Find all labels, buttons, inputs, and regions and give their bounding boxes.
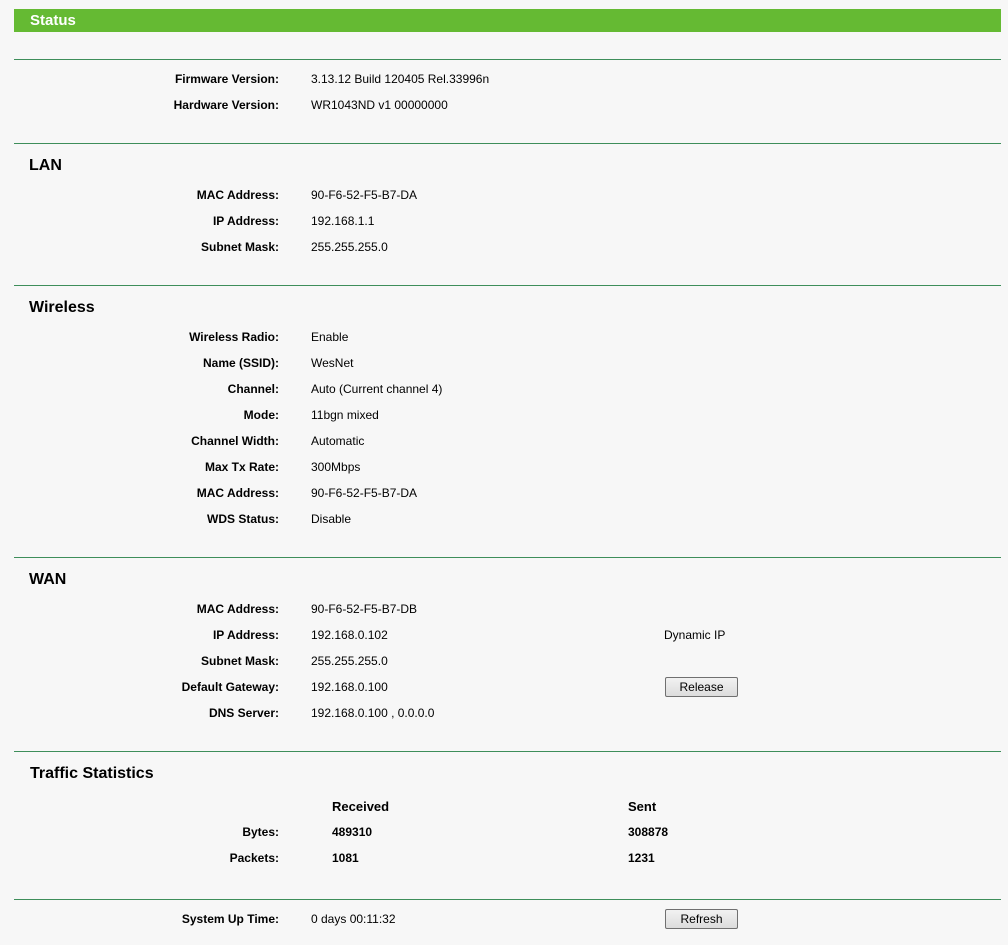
sent-column-header: Sent [628,799,657,814]
wireless-mode-value: 11bgn mixed [311,408,379,422]
wireless-section-title: Wireless [29,299,95,316]
bytes-received-value: 489310 [332,825,373,839]
wireless-channel-value: Auto (Current channel 4) [311,382,443,396]
wireless-mode-label: Mode: [243,408,279,422]
wireless-width-label: Channel Width: [191,434,279,448]
firmware-version-label: Firmware Version: [174,72,279,86]
wireless-rate-value: 300Mbps [311,460,361,474]
packets-sent-value: 1231 [628,851,655,865]
wan-mask-value: 255.255.255.0 [311,654,388,668]
lan-ip-value: 192.168.1.1 [311,214,375,228]
bytes-sent-value: 308878 [628,825,669,839]
wireless-ssid-label: Name (SSID): [202,356,279,370]
wireless-wds-label: WDS Status: [207,512,279,526]
hardware-version-value: WR1043ND v1 00000000 [311,98,448,112]
refresh-button[interactable]: Refresh [665,909,738,929]
wireless-radio-label: Wireless Radio: [189,330,279,344]
packets-label: Packets: [229,851,279,865]
wan-mask-label: Subnet Mask: [200,654,279,668]
release-button[interactable]: Release [665,677,738,697]
hardware-version-label: Hardware Version: [173,98,279,112]
wireless-ssid-value: WesNet [311,356,354,370]
status-header: Status [14,9,1001,32]
divider [14,59,1001,60]
wan-ip-label: IP Address: [212,628,279,642]
lan-mac-label: MAC Address: [196,188,279,202]
traffic-section-title: Traffic Statistics [30,765,154,782]
uptime-value: 0 days 00:11:32 [311,912,396,926]
received-column-header: Received [332,799,390,814]
wireless-radio-value: Enable [311,330,349,344]
wireless-width-value: Automatic [311,434,365,448]
wan-mac-label: MAC Address: [196,602,279,616]
wan-dns-value: 192.168.0.100 , 0.0.0.0 [311,706,435,720]
wan-ip-value: 192.168.0.102 [311,628,388,642]
bytes-label: Bytes: [242,825,279,839]
lan-mask-value: 255.255.255.0 [311,240,388,254]
wireless-wds-value: Disable [311,512,352,526]
packets-received-value: 1081 [332,851,359,865]
wan-mac-value: 90-F6-52-F5-B7-DB [311,602,418,616]
lan-mac-value: 90-F6-52-F5-B7-DA [311,188,418,202]
wireless-rate-label: Max Tx Rate: [204,460,279,474]
wireless-channel-label: Channel: [227,382,279,396]
wan-connection-type: Dynamic IP [664,628,726,642]
wireless-mac-value: 90-F6-52-F5-B7-DA [311,486,418,500]
lan-section-title: LAN [29,157,62,174]
wan-gateway-label: Default Gateway: [181,680,279,694]
divider [14,557,1001,558]
page-title: Status [30,12,76,29]
wan-section-title: WAN [29,571,67,588]
firmware-version-value: 3.13.12 Build 120405 Rel.33996n [311,72,490,86]
divider [14,751,1001,752]
wan-gateway-value: 192.168.0.100 [311,680,388,694]
divider [14,899,1001,900]
divider [14,143,1001,144]
uptime-label: System Up Time: [181,912,279,926]
lan-mask-label: Subnet Mask: [200,240,279,254]
divider [14,285,1001,286]
wireless-mac-label: MAC Address: [196,486,279,500]
lan-ip-label: IP Address: [212,214,279,228]
wan-dns-label: DNS Server: [208,706,279,720]
